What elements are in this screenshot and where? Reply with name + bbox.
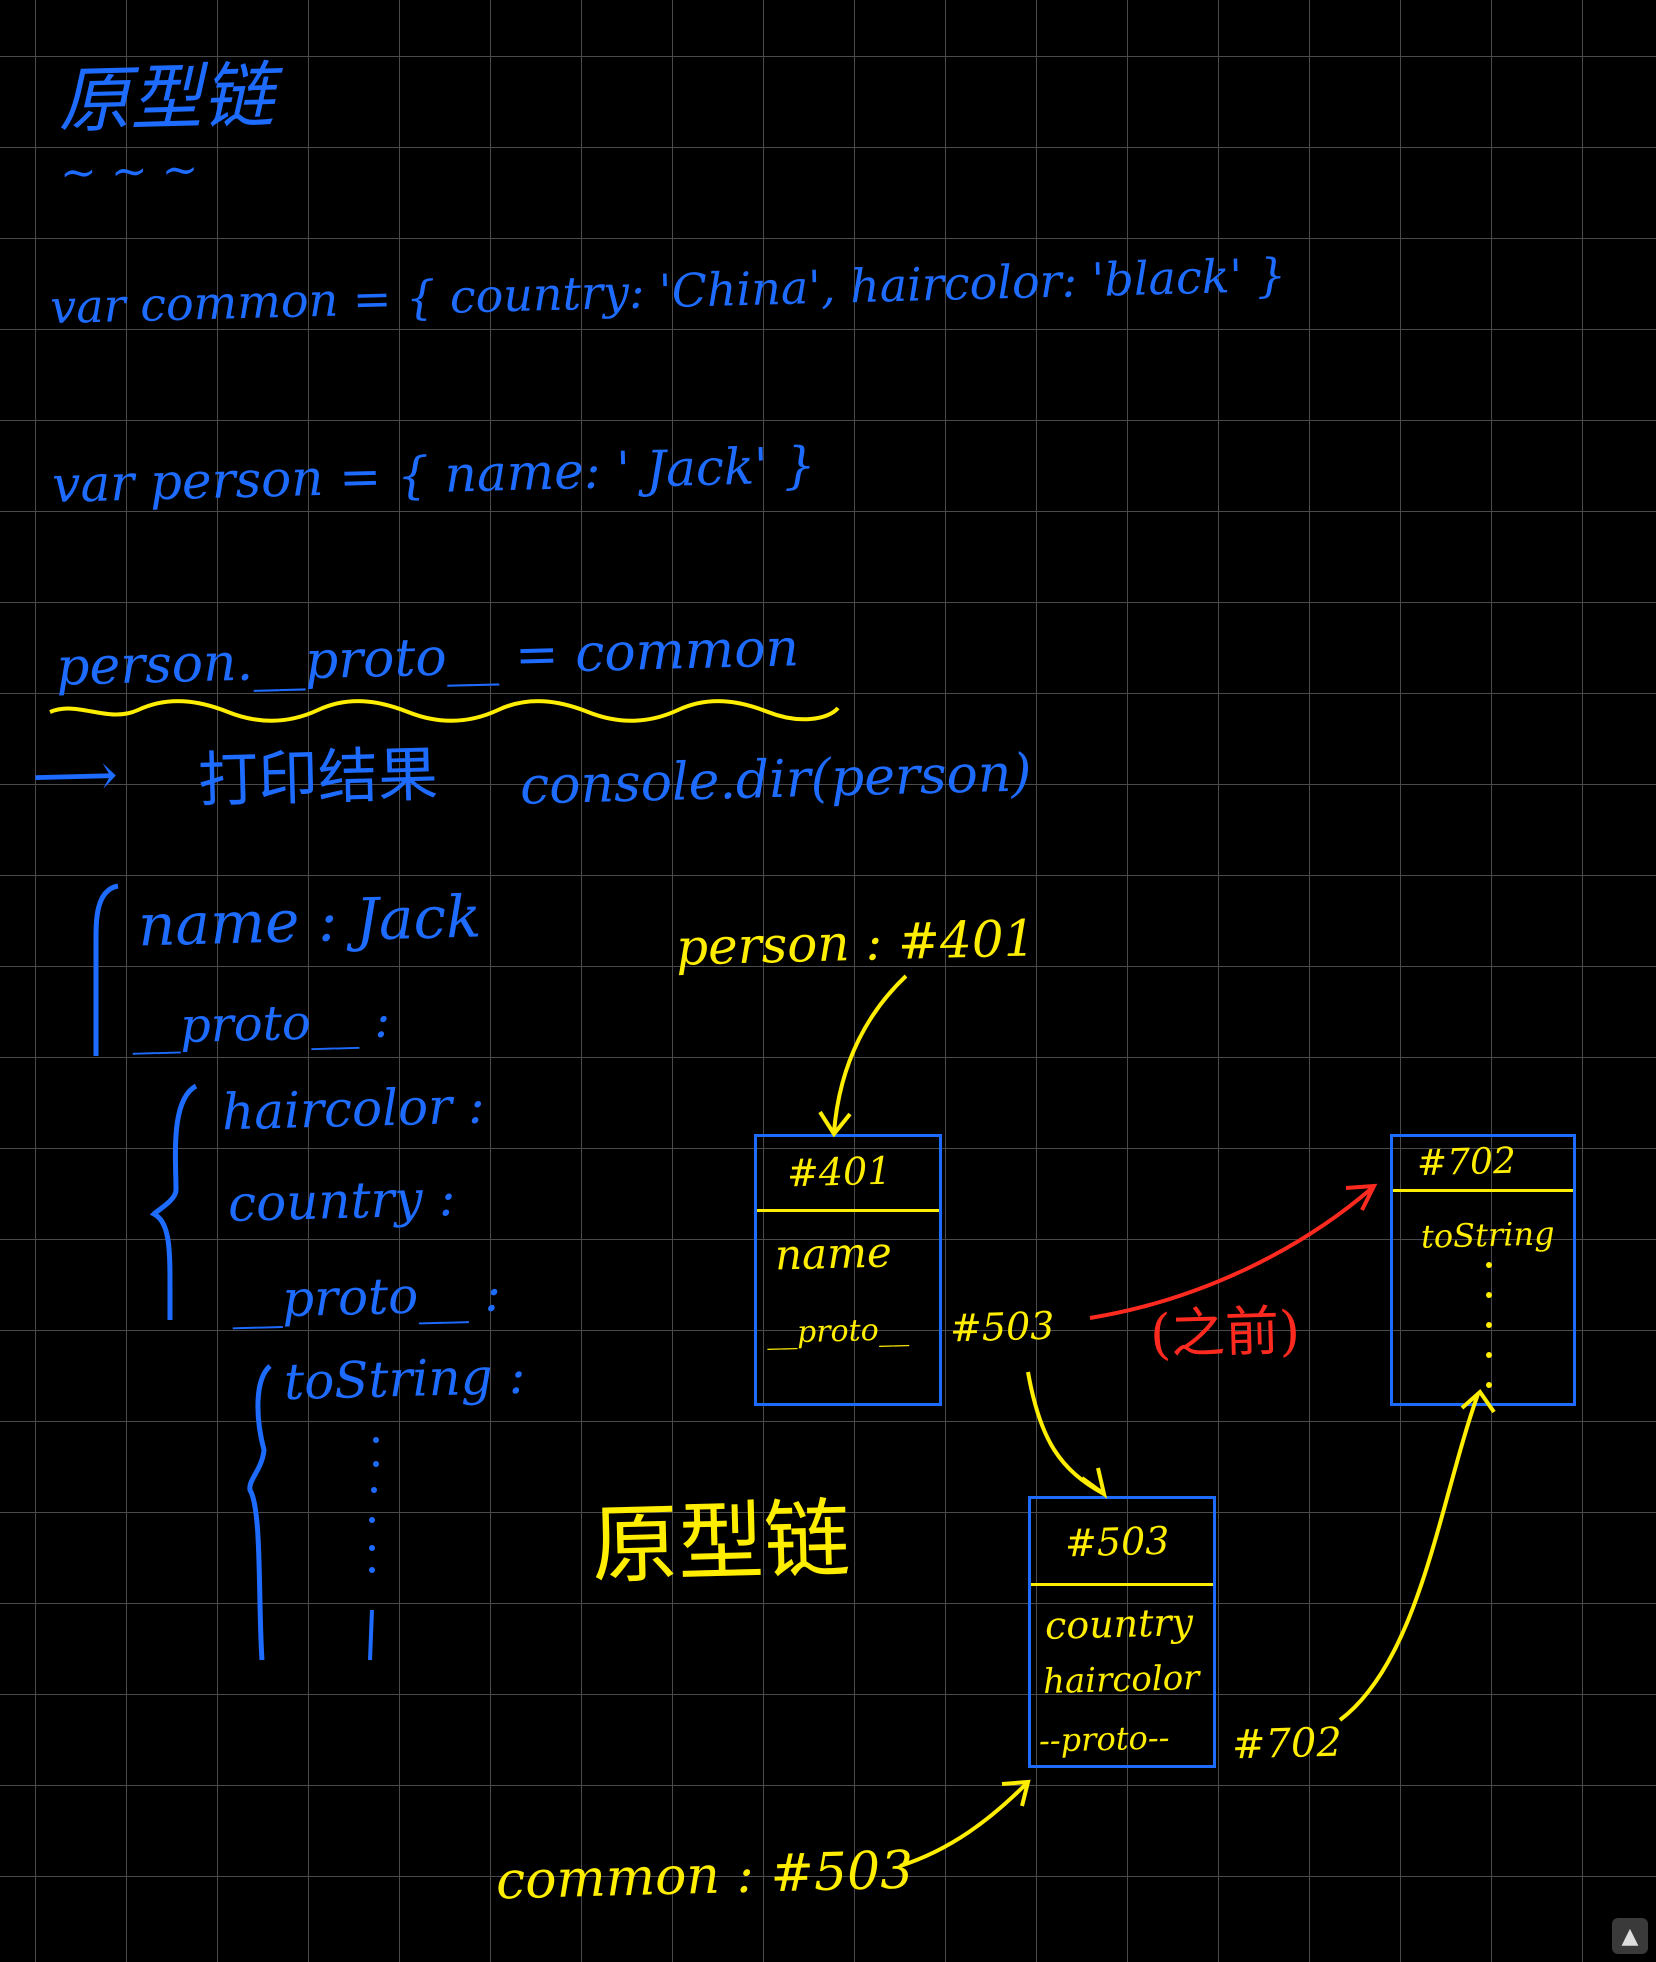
common-declaration: var common = { country: 'China', haircol… (49, 247, 1287, 335)
dir-proto-line: __proto__ : (131, 992, 391, 1056)
print-arrow: ⟶ (31, 739, 119, 813)
yellow-underline-wave (49, 699, 840, 723)
scroll-up-icon: ▲ (1621, 1923, 1639, 1949)
box-503-field-proto: --proto-- (1038, 1718, 1170, 1760)
title-marks: ~ ~ ~ (59, 144, 200, 199)
dir-country-line: country : (227, 1169, 457, 1233)
arrow-before-401-to-702 (1089, 1183, 1378, 1320)
title: 原型链 (56, 53, 276, 143)
between-label: (之前) (1149, 1299, 1301, 1366)
print-label: 打印结果 (197, 739, 439, 817)
box-401-proto-ref: #503 (949, 1303, 1055, 1351)
box-401-field-name: name (774, 1227, 893, 1280)
dir-inner-proto-line: __proto__ : (231, 1264, 502, 1330)
arrow-common-to-503 (899, 1779, 1031, 1868)
box-401-id: #401 (786, 1148, 892, 1196)
box-503-field-country: country (1044, 1600, 1194, 1648)
person-declaration: var person = { name: ' Jack' } (51, 436, 817, 514)
box-702-dots (1486, 1262, 1492, 1388)
console-dir-call: console.dir(person) (519, 743, 1033, 817)
box-503-id: #503 (1064, 1518, 1170, 1566)
box-401-field-proto: __proto__ (766, 1312, 910, 1351)
dir-tostring-line: toString : (283, 1346, 527, 1412)
box-702-id: #702 (1416, 1140, 1517, 1185)
proto-assignment: person.__proto__ = common (55, 618, 800, 698)
box-503-proto-ref: #702 (1231, 1719, 1343, 1769)
box-702-field-tostring: toString (1420, 1214, 1556, 1256)
box-503-field-haircolor: haircolor (1042, 1657, 1200, 1703)
arrow-person-to-401 (818, 974, 908, 1138)
dir-haircolor-line: haircolor : (221, 1076, 486, 1142)
chain-label: 原型链 (590, 1489, 852, 1597)
object-box-401: #401 name __proto__ (754, 1134, 942, 1406)
arrow-503-to-702 (1338, 1389, 1496, 1722)
ellipsis-dots (369, 1437, 379, 1573)
person-ref-label: person : #401 (675, 909, 1037, 977)
object-box-503: #503 country haircolor --proto-- (1028, 1496, 1216, 1768)
object-box-702: #702 toString (1390, 1134, 1576, 1406)
common-ref-label: common : #503 (495, 1840, 914, 1912)
arrow-401-to-503 (1026, 1371, 1108, 1499)
scroll-up-button[interactable]: ▲ (1612, 1918, 1648, 1954)
dir-name-line: name : Jack (137, 882, 482, 960)
